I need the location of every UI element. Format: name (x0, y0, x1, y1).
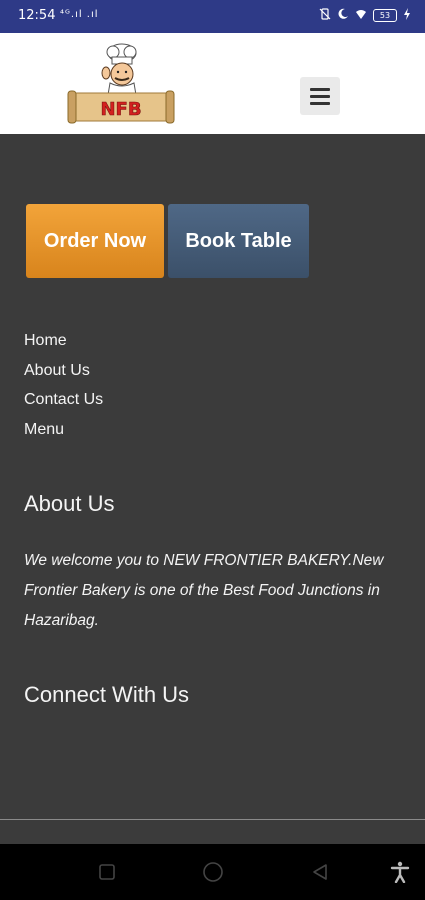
accessibility-icon[interactable] (386, 844, 414, 900)
about-text: We welcome you to NEW FRONTIER BAKERY.Ne… (24, 552, 384, 629)
nfb-logo[interactable]: NFB (66, 43, 176, 125)
hamburger-menu-icon[interactable] (300, 77, 340, 115)
signal-icon: ⁴ᴳ.ıl .ıl (60, 9, 99, 20)
order-now-button[interactable]: Order Now (26, 204, 164, 278)
battery-icon: 53 (373, 9, 397, 22)
back-icon[interactable] (305, 844, 335, 900)
nav-link-about-us[interactable]: About Us (24, 358, 103, 388)
recent-apps-icon[interactable] (92, 844, 122, 900)
footer-strip (0, 820, 425, 844)
nav-link-home[interactable]: Home (24, 328, 103, 358)
status-bar: 12:54 ⁴ᴳ.ıl .ıl 53 (0, 0, 425, 33)
status-icons: 53 (319, 8, 411, 23)
nav-link-contact-us[interactable]: Contact Us (24, 387, 103, 417)
status-time: 12:54 (18, 8, 56, 23)
about-heading: About Us (24, 491, 115, 516)
charging-icon (403, 8, 411, 23)
system-nav-bar (0, 844, 425, 900)
moon-icon (337, 8, 349, 23)
logo-text: NFB (100, 99, 141, 120)
wifi-icon (355, 8, 367, 23)
vibrate-off-icon (319, 8, 331, 23)
home-icon[interactable] (198, 844, 228, 900)
footer-nav: Home About Us Contact Us Menu (24, 328, 103, 446)
site-header: NFB (0, 33, 425, 134)
connect-heading: Connect With Us (24, 682, 190, 707)
nav-link-menu[interactable]: Menu (24, 417, 103, 447)
book-table-button[interactable]: Book Table (168, 204, 309, 278)
